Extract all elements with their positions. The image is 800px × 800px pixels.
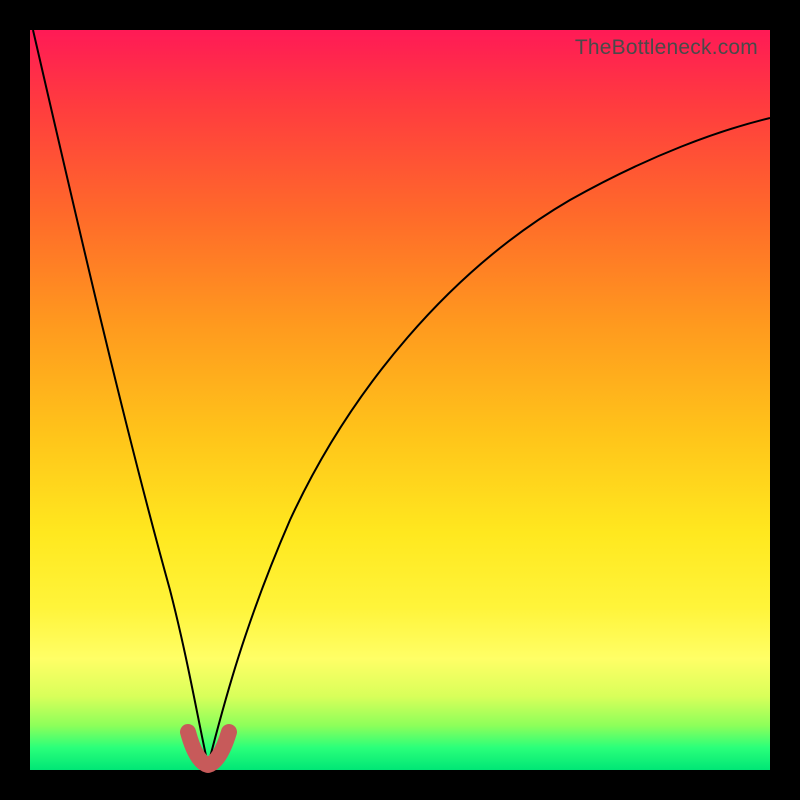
bottleneck-curve-right [208,118,770,765]
bottleneck-curve-left [33,30,208,765]
chart-frame: TheBottleneck.com [30,30,770,770]
minimum-marker [188,732,229,765]
chart-svg [30,30,770,770]
watermark-text: TheBottleneck.com [575,36,758,60]
